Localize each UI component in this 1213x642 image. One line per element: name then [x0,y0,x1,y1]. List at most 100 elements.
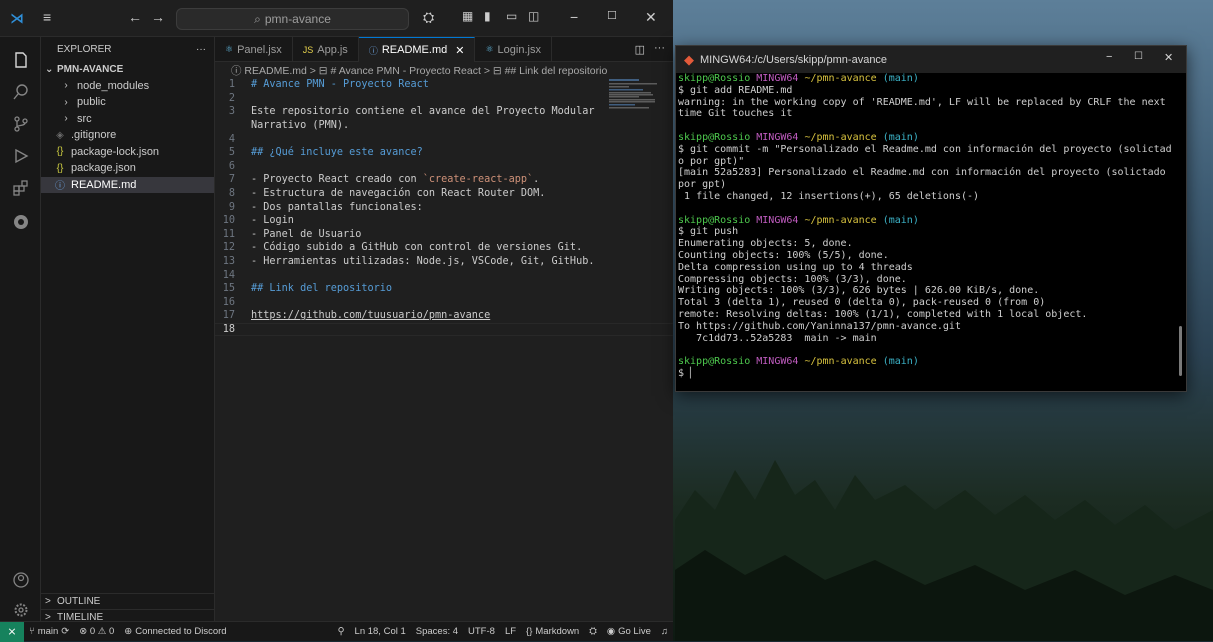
project-name: PMN-AVANCE [57,63,124,75]
repository-link[interactable]: https://github.com/tuusuario/pmn-avance [251,310,490,321]
source-control-icon[interactable] [8,111,33,136]
forward-arrow-icon[interactable]: → [151,9,165,25]
tab-app-js[interactable]: JS App.js [293,37,359,62]
terminal-input-line[interactable]: $ ▏ [678,368,1174,380]
language-mode[interactable]: {} Markdown [521,626,584,637]
line-number: 16 [222,296,235,308]
file-tree-item[interactable]: › node_modules [41,78,214,95]
code-editor[interactable]: 1 # Avance PMN - Proyecto React 2 3 Este rep… [215,78,673,337]
toggle-sidebar-icon[interactable]: ▮ [484,9,491,23]
end-of-line[interactable]: LF [500,626,521,637]
copilot-status-icon[interactable]: ⛭ [584,626,602,637]
react-icon: ⚛ [225,44,234,54]
toggle-panel-icon[interactable]: ▭ [506,9,517,23]
code-line: 17 https://github.com/tuusuario/pmn-avanc… [215,309,673,323]
notifications-bell-icon[interactable]: ♫ [656,626,673,637]
remote-indicator-icon[interactable]: ⨯ [0,621,24,642]
file-tree-item[interactable]: {} package.json [41,160,214,177]
more-actions-icon[interactable]: ··· [196,44,206,55]
prompt-env: MINGW64 [750,356,799,368]
tab-readme-md[interactable]: ⓘ README.md ✕ [358,37,476,62]
project-folder-header[interactable]: ⌄ PMN-AVANCE [41,61,214,78]
minimize-icon[interactable]: − [1106,51,1112,63]
encoding[interactable]: UTF-8 [463,626,500,637]
menu-icon[interactable]: ≡ [43,9,51,25]
cursor-position[interactable]: Ln 18, Col 1 [350,626,411,637]
outline-section[interactable]: > OUTLINE [41,593,215,609]
command-search-box[interactable]: ⌕ pmn-avance [176,8,409,30]
explorer-icon[interactable] [8,47,33,72]
file-tree-item[interactable]: › public [41,94,214,111]
tab-label: Panel.jsx [237,43,282,56]
javascript-file-icon: JS [302,44,314,55]
status-bar: ⨯ ⑂ main ⟳ ⊗ 0 ⚠ 0 ⊕ Connected to Discord ⚲… [0,621,673,642]
tab-panel-jsx[interactable]: ⚛ Panel.jsx [215,37,293,62]
line-number: 14 [222,269,235,281]
line-text: - Panel de Usuario [251,228,362,240]
breadcrumb[interactable]: ⓘ README.md > ⊟ # Avance PMN - Proyecto … [215,62,673,78]
code-line: 2 [215,92,673,106]
file-tree-label: node_modules [77,79,150,92]
braces-icon: {} [526,626,533,637]
prompt-path: ~/pmn-avance [798,131,877,143]
prompt-user: skipp@Rossio [678,73,751,84]
problems-indicator[interactable]: ⊗ 0 ⚠ 0 [74,626,119,637]
prompt-branch: (main) [876,214,919,226]
file-tree-item[interactable]: ◈ .gitignore [41,127,214,144]
prompt-path: ~/pmn-avance [798,356,877,368]
code-line: 1 # Avance PMN - Proyecto React [215,78,673,92]
terminal-output-text: warning: in the working copy of 'README.… [678,96,1172,120]
more-actions-icon[interactable]: ··· [654,42,665,54]
terminal-output[interactable]: skipp@Rossio MINGW64 ~/pmn-avance (main)… [676,73,1176,380]
minimap[interactable] [609,79,661,109]
close-icon[interactable]: ✕ [645,9,657,26]
terminal-prompt: skipp@Rossio MINGW64 ~/pmn-avance (main) [678,215,1174,227]
react-icon: ⚛ [485,44,494,54]
file-tree-label: .gitignore [71,129,117,142]
settings-gear-icon[interactable] [8,597,33,622]
line-text: - Estructura de navegación con React Rou… [251,188,546,200]
minimize-icon[interactable]: − [570,9,578,25]
layout-icon[interactable]: ▦ [462,9,473,23]
terminal-scrollbar[interactable] [1179,326,1182,376]
line-text: https://github.com/tuusuario/pmn-avance [251,310,490,321]
inline-code: `create-react-app` [422,174,534,186]
branch-indicator[interactable]: ⑂ main ⟳ [24,626,74,637]
prompt-user: skipp@Rossio [678,214,751,226]
code-line: 11 - Panel de Usuario [215,228,673,242]
file-tree-item[interactable]: {} package-lock.json [41,144,214,161]
maximize-icon[interactable]: ☐ [1134,51,1143,62]
code-line: 8 - Estructura de navegación con React Ro… [215,187,673,201]
file-tree-item[interactable]: ⓘ README.md [41,176,214,193]
close-icon[interactable]: ✕ [1164,51,1173,64]
copilot-icon[interactable]: ⛭ [423,9,434,26]
terminal-title: MINGW64:/c/Users/skipp/pmn-avance [700,53,888,66]
github-icon[interactable] [8,209,33,234]
indentation[interactable]: Spaces: 4 [411,626,463,637]
prompt-path: ~/pmn-avance [798,73,877,84]
tab-label: App.js [317,43,348,56]
prompt-branch: (main) [876,356,919,368]
code-line: 6 [215,160,673,174]
line-number: 2 [228,92,235,104]
close-tab-icon[interactable]: ✕ [455,44,464,57]
split-editor-icon[interactable]: ◫ [635,43,645,56]
code-line: 18 [215,322,673,337]
discord-status[interactable]: ⊕ Connected to Discord [119,626,231,637]
tab-login-jsx[interactable]: ⚛ Login.jsx [475,37,552,62]
prompt-env: MINGW64 [750,131,799,143]
maximize-icon[interactable]: ☐ [607,9,617,22]
terminal-command: $ git push [678,226,739,238]
code-line: 9 - Dos pantallas funcionales: [215,200,673,214]
search-icon: ⌕ [254,11,261,26]
back-arrow-icon[interactable]: ← [128,9,142,25]
account-icon[interactable] [8,567,33,592]
toggle-secondary-sidebar-icon[interactable]: ◫ [528,9,539,23]
zoom-icon[interactable]: ⚲ [333,626,350,637]
search-view-icon[interactable] [8,79,33,104]
run-debug-icon[interactable] [8,143,33,168]
file-tree-item[interactable]: › src [41,111,214,128]
go-live-button[interactable]: ◉ Go Live [602,626,656,637]
extensions-icon[interactable] [8,175,33,200]
